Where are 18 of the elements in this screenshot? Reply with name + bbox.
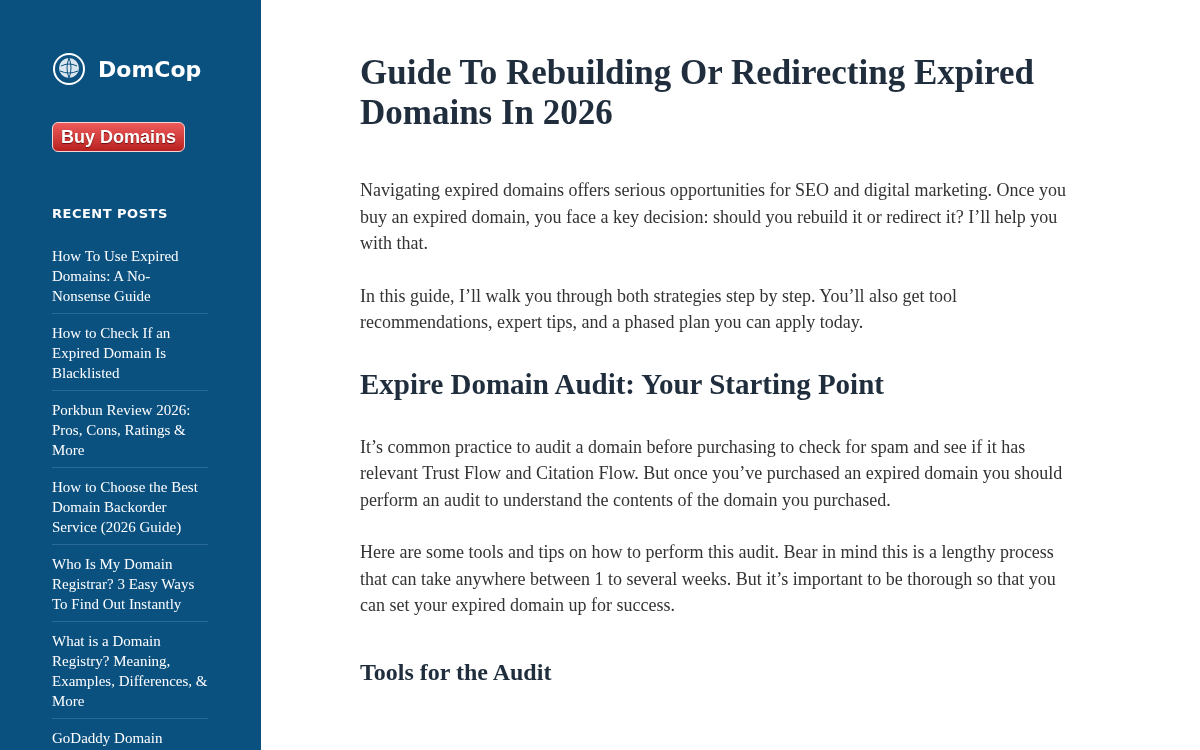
body-paragraph: Navigating expired domains offers serious opportunities for SEO and digital marketing. Once you buy an expired domain, you face a key decision: should you rebuild it or redirect it? I’ll help you with that.: [360, 179, 1068, 255]
recent-post-link[interactable]: Who Is My Domain Registrar? 3 Easy Ways To Find Out Instantly: [52, 553, 208, 614]
body-paragraph: Here are some tools and tips on how to perform this audit. Bear in mind this is a lengthy process that can take anywhere between 1 to several weeks. But it’s important to be thorough so that you can set your expired domain up for success.: [360, 541, 1057, 617]
recent-post-link[interactable]: GoDaddy Domain: [52, 727, 208, 748]
subsection-heading: Tools for the Audit: [360, 657, 553, 687]
article-title: Guide To Rebuilding Or Redirecting Expired Domains In 2026: [360, 53, 1035, 133]
buy-domains-button[interactable]: Buy Domains: [52, 122, 186, 152]
recent-post-link[interactable]: How to Check If an Expired Domain Is Blacklisted: [52, 322, 208, 383]
body-paragraph: It’s common practice to audit a domain before purchasing to check for spam and see if it has relevant Trust Flow and Citation Flow. But once you’ve purchased an expired domain you should perform an audit to understand the contents of the domain you purchased.: [360, 435, 1064, 512]
recent-post-link[interactable]: Porkbun Review 2026: Pros, Cons, Ratings & More: [52, 399, 208, 460]
recent-posts-heading: RECENT POSTS: [52, 205, 169, 223]
recent-post-link[interactable]: How To Use Expired Domains: A No-Nonsense Guide: [52, 245, 208, 306]
section-heading: Expire Domain Audit: Your Starting Point: [360, 366, 885, 402]
site-title-link[interactable]: DomCop: [98, 52, 202, 86]
globe-logo-icon: [52, 52, 86, 86]
recent-post-link[interactable]: What is a Domain Registry? Meaning, Examples, Differences, & More: [52, 630, 208, 711]
body-paragraph: In this guide, I’ll walk you through both strategies step by step. You’ll also get tool recommendations, expert tips, and a phased plan you can apply today.: [360, 284, 958, 334]
recent-post-link[interactable]: How to Choose the Best Domain Backorder Service (2026 Guide): [52, 476, 208, 537]
